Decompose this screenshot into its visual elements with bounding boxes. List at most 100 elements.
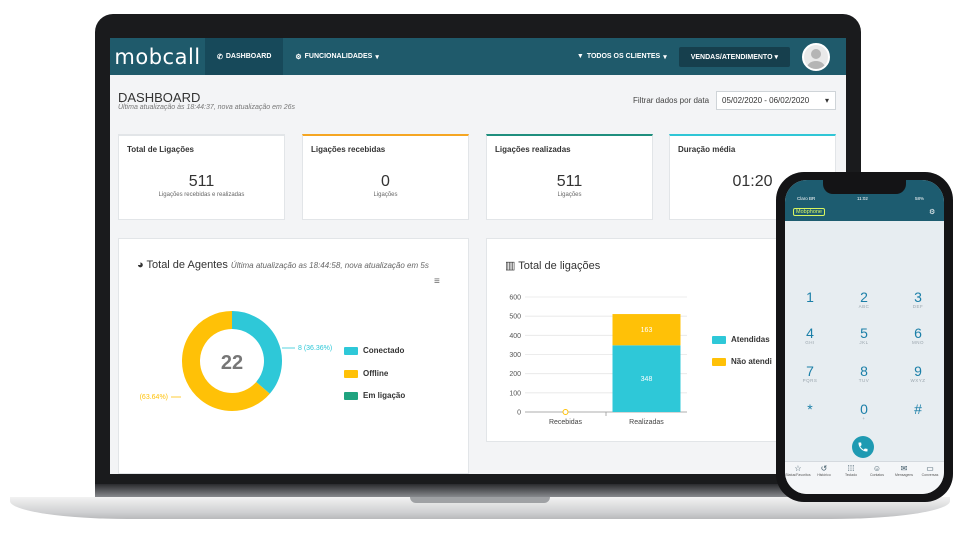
phone-carrier: Claro BR	[797, 196, 816, 201]
legend-connected[interactable]: Conectado	[344, 346, 404, 355]
dial-key-digit: 7	[806, 363, 814, 379]
agents-panel-header: ◕ Total de Agentes Última atualização as…	[137, 259, 429, 271]
legend-swatch-offline	[344, 369, 358, 378]
legend-offline[interactable]: Offline	[344, 369, 388, 378]
dial-key-5[interactable]: 5 JKL	[839, 326, 889, 345]
phone-notch	[823, 180, 906, 194]
stat-card-total-calls: Total de Ligações 511 Ligações recebidas…	[118, 134, 285, 220]
filter-icon: ▼	[576, 53, 584, 60]
dial-key-3[interactable]: 3 DEF	[893, 290, 943, 309]
call-button[interactable]	[852, 436, 874, 458]
nav-features-label: FUNCIONALIDADES	[304, 53, 373, 60]
card-title: Ligações realizadas	[495, 145, 571, 154]
y-tick-label: 400	[509, 333, 521, 340]
tab-conversations[interactable]: ▭ Conversas	[917, 464, 943, 477]
clients-filter-label: TODOS OS CLIENTES	[586, 53, 661, 60]
page-update-info: Última atualização às 18:44:37, nova atu…	[118, 104, 296, 111]
phone-call-icon	[858, 442, 868, 452]
phone-battery: 58%	[915, 196, 925, 201]
tab-keypad-label: Teclado	[844, 473, 858, 477]
card-value: 0	[381, 173, 390, 190]
caret-down-icon: ▾	[774, 53, 778, 61]
legend-connected-label: Conectado	[363, 346, 405, 355]
dial-key-digit: 2	[860, 289, 868, 305]
x-tick-label: Realizadas	[629, 419, 664, 426]
dial-key-7[interactable]: 7 PQRS	[785, 364, 835, 383]
history-icon: ↺	[820, 464, 828, 473]
dial-key-1[interactable]: 1	[785, 290, 835, 304]
bar-data-label: 163	[641, 327, 653, 334]
message-icon: ✉	[900, 464, 908, 473]
dial-key-letters: JKL	[859, 340, 869, 345]
top-navbar: mobcall ✆ DASHBOARD ⚙ FUNCIONALIDADES ▾ …	[110, 38, 846, 75]
agents-donut-chart: 22 8 (36.36%) (63.64%)	[140, 311, 332, 411]
star-icon: ☆	[794, 464, 802, 473]
bar-data-label: 348	[641, 376, 653, 383]
sales-service-button[interactable]: VENDAS/ATENDIMENTO ▾	[678, 46, 790, 67]
date-filter-label: Filtrar dados por data	[633, 96, 710, 105]
tab-favorites-label: Status/Favoritos	[785, 473, 811, 477]
dial-key-digit: *	[807, 401, 813, 417]
caret-down-icon: ▾	[375, 53, 379, 61]
nav-features[interactable]: ⚙ FUNCIONALIDADES ▾	[283, 38, 390, 75]
legend-swatch-connected	[344, 346, 358, 355]
y-tick-label: 0	[517, 410, 521, 417]
nav-dashboard-label: DASHBOARD	[225, 53, 272, 60]
tab-messages[interactable]: ✉ Mensagens	[891, 464, 917, 477]
dial-key-9[interactable]: 9 WXYZ	[893, 364, 943, 383]
dial-key-star[interactable]: *	[785, 402, 835, 416]
dial-key-letters: WXYZ	[910, 378, 926, 383]
y-tick-label: 300	[509, 352, 521, 359]
clients-filter[interactable]: ▼ TODOS OS CLIENTES ▾	[565, 38, 679, 75]
laptop-hinge	[95, 484, 861, 498]
agents-panel: ◕ Total de Agentes Última atualização as…	[118, 238, 469, 474]
dial-key-digit: 0	[860, 401, 868, 417]
date-range-value: 05/02/2020 - 06/02/2020	[722, 96, 810, 105]
dial-key-6[interactable]: 6 MNO	[893, 326, 943, 345]
caret-down-icon: ▾	[663, 53, 667, 61]
tab-history[interactable]: ↺ Histórico	[811, 464, 837, 477]
pie-chart-icon: ◕	[137, 259, 144, 271]
dial-key-2[interactable]: 2 ABC	[839, 290, 889, 309]
x-tick-label: Recebidas	[549, 419, 583, 426]
date-range-select[interactable]: 05/02/2020 - 06/02/2020 ▾	[716, 91, 836, 110]
calls-panel-title: Total de ligações	[518, 260, 601, 272]
dial-key-letters: PQRS	[802, 378, 818, 383]
tab-conversations-label: Conversas	[921, 473, 939, 477]
card-title: Ligações recebidas	[311, 145, 386, 154]
stat-card-received-calls: Ligações recebidas 0 Ligações	[302, 134, 469, 220]
app-logo[interactable]: mobcall	[110, 38, 205, 75]
dial-key-hash[interactable]: #	[893, 402, 943, 416]
phone-time: 11:02	[857, 196, 868, 201]
tab-keypad[interactable]: ⁞⁞⁞ Teclado	[838, 464, 864, 477]
user-avatar[interactable]	[802, 42, 830, 71]
dial-key-8[interactable]: 8 TUV	[839, 364, 889, 383]
card-caption: Ligações recebidas e realizadas	[158, 192, 245, 198]
settings-icon[interactable]: ⚙	[929, 208, 935, 216]
marketing-scene: mobcall ✆ DASHBOARD ⚙ FUNCIONALIDADES ▾ …	[0, 0, 960, 539]
card-title: Duração média	[678, 145, 736, 154]
legend-in-call[interactable]: Em ligação	[344, 391, 405, 400]
offline-slice-label: (63.64%)	[140, 394, 168, 401]
dial-key-letters: GHI	[805, 340, 815, 345]
tab-contacts-label: Contatos	[869, 473, 884, 477]
legend-unanswered[interactable]: Não atendi	[712, 357, 772, 366]
legend-answered[interactable]: Atendidas	[712, 335, 770, 344]
agents-panel-subtitle: Última atualização as 18:44:58, nova atu…	[230, 261, 429, 270]
page-title: DASHBOARD	[118, 90, 201, 105]
dial-key-0[interactable]: 0 +	[839, 402, 889, 421]
legend-answered-label: Atendidas	[731, 335, 770, 344]
caret-down-icon: ▾	[824, 96, 829, 105]
tab-contacts[interactable]: ☺ Contatos	[864, 464, 890, 477]
dial-key-4[interactable]: 4 GHI	[785, 326, 835, 345]
agents-panel-title: Total de Agentes	[146, 259, 228, 271]
contacts-icon: ☺	[872, 464, 882, 473]
dial-key-letters: DEF	[912, 304, 924, 309]
zero-value-marker	[562, 409, 569, 415]
laptop-notch	[410, 497, 550, 503]
user-icon	[807, 48, 825, 69]
nav-dashboard[interactable]: ✆ DASHBOARD	[205, 38, 284, 75]
phone-tab-bar: ☆ Status/Favoritos ↺ Histórico ⁞⁞⁞ Tecla…	[785, 461, 944, 494]
dial-key-digit: 4	[806, 325, 814, 341]
tab-favorites[interactable]: ☆ Status/Favoritos	[785, 464, 811, 477]
